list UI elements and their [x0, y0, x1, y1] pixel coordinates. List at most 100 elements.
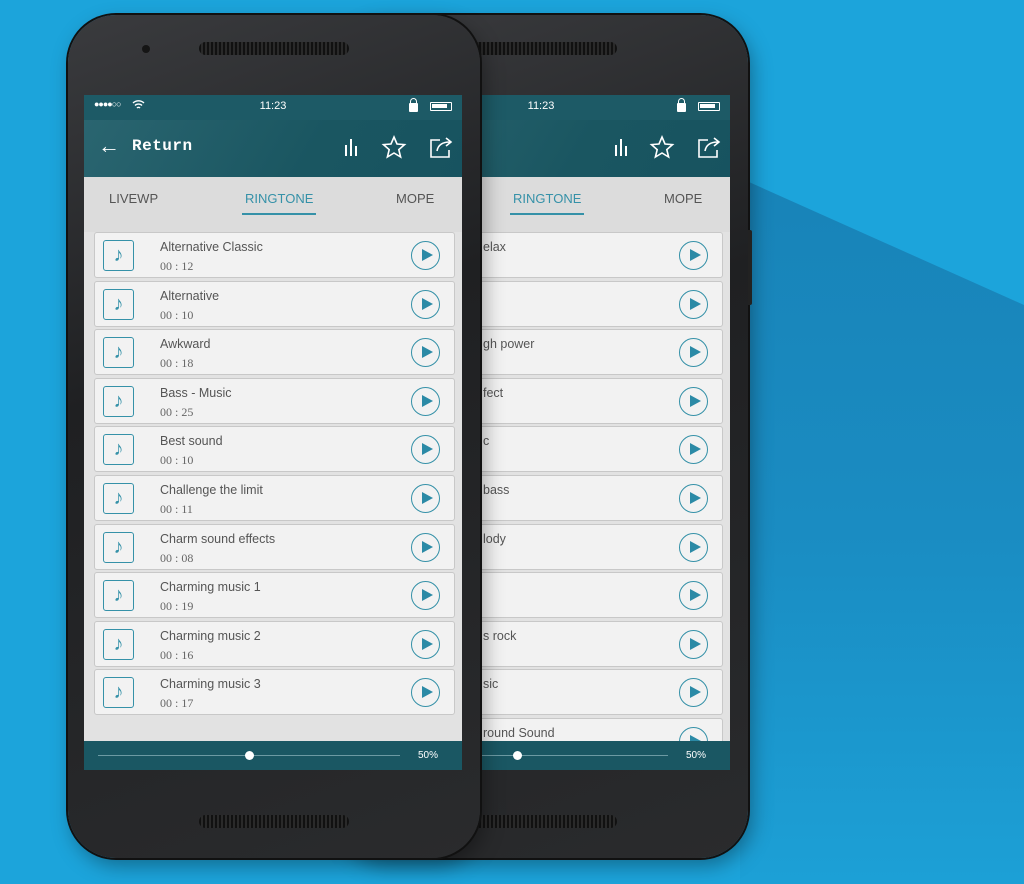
play-icon[interactable]	[679, 581, 708, 611]
play-icon[interactable]	[411, 532, 440, 562]
equalizer-icon[interactable]	[608, 134, 634, 160]
ringtone-name: Charming music 1	[160, 580, 261, 595]
ringtone-name: lody	[483, 531, 506, 546]
music-note-icon: ♪	[103, 434, 134, 466]
play-icon[interactable]	[679, 629, 708, 659]
ringtone-name: Charming music 3	[160, 677, 261, 692]
list-item[interactable]: ♪ Best sound 00 : 10	[94, 426, 455, 473]
ringtone-duration: 00 : 19	[160, 599, 194, 614]
volume-percent: 50%	[685, 750, 706, 761]
ringtone-name: Challenge the limit	[160, 482, 263, 497]
music-note-icon: ♪	[103, 677, 134, 709]
music-note-icon: ♪	[103, 628, 134, 660]
play-icon[interactable]	[411, 241, 440, 270]
front-phone: ●●●●○○ 11:23 ← Return LIVEWP RINGTONE MO…	[68, 15, 480, 858]
play-icon[interactable]	[411, 629, 440, 659]
play-icon[interactable]	[411, 338, 440, 368]
tab-bar: LIVEWP RINGTONE MOPE	[84, 177, 462, 232]
ringtone-name: c	[483, 434, 490, 449]
ringtone-name: round Sound	[483, 725, 555, 740]
star-icon[interactable]	[381, 134, 407, 160]
status-time: 11:23	[259, 100, 287, 112]
ringtone-duration: 00 : 08	[160, 550, 194, 565]
ringtone-name: Alternative Classic	[160, 240, 263, 254]
music-note-icon: ♪	[103, 580, 134, 612]
tab-livewp[interactable]: LIVEWP	[109, 191, 158, 206]
ringtone-name: Bass - Music	[160, 385, 232, 400]
music-note-icon: ♪	[103, 385, 134, 417]
ringtone-duration: 00 : 17	[160, 696, 194, 711]
music-note-icon: ♪	[103, 240, 134, 271]
ringtone-duration: 00 : 11	[160, 501, 193, 516]
tab-mope[interactable]: MOPE	[396, 191, 434, 206]
play-icon[interactable]	[679, 532, 708, 562]
ringtone-name: Alternative	[160, 288, 220, 303]
back-arrow-icon[interactable]: ←	[98, 135, 120, 157]
lock-icon	[677, 98, 686, 112]
list-item[interactable]: ♪ Charming music 2 00 : 16	[94, 620, 455, 667]
ringtone-name: Best sound	[160, 434, 223, 449]
ringtone-name: gh power	[483, 337, 535, 352]
tab-mope[interactable]: MOPE	[664, 191, 702, 206]
list-item[interactable]: ♪ Challenge the limit 00 : 11	[94, 474, 455, 521]
play-icon[interactable]	[679, 289, 708, 319]
volume-button	[748, 230, 752, 305]
play-icon[interactable]	[679, 678, 708, 708]
equalizer-icon[interactable]	[338, 134, 364, 160]
list-item[interactable]: ♪ Charming music 3 00 : 17	[94, 669, 455, 716]
play-icon[interactable]	[411, 483, 440, 513]
ringtone-duration: 00 : 10	[160, 307, 194, 322]
ringtone-name: Charm sound effects	[160, 531, 276, 546]
ringtone-duration: 00 : 12	[160, 259, 194, 273]
battery-icon	[698, 102, 720, 111]
ringtone-name: elax	[483, 240, 506, 254]
tab-ringtone[interactable]: RINGTONE	[241, 191, 317, 215]
speaker-top	[467, 42, 617, 55]
play-icon[interactable]	[679, 241, 708, 270]
battery-icon	[430, 102, 452, 111]
volume-slider-knob[interactable]	[513, 751, 522, 760]
music-note-icon: ♪	[103, 337, 134, 369]
star-icon[interactable]	[649, 134, 675, 160]
play-icon[interactable]	[679, 483, 708, 513]
camera	[142, 45, 150, 53]
ringtone-duration: 00 : 18	[160, 356, 194, 371]
list-item[interactable]: ♪ Alternative 00 : 10	[94, 280, 455, 327]
play-icon[interactable]	[411, 289, 440, 319]
play-icon[interactable]	[411, 386, 440, 416]
speaker-bottom	[199, 815, 349, 828]
ringtone-duration: 00 : 10	[160, 453, 194, 468]
volume-slider-knob[interactable]	[245, 751, 254, 760]
music-note-icon: ♪	[103, 531, 134, 563]
tab-ringtone[interactable]: RINGTONE	[509, 191, 585, 215]
list-item[interactable]: ♪ Alternative Classic 00 : 12	[94, 232, 455, 278]
list-item[interactable]: ♪ Awkward 00 : 18	[94, 329, 455, 376]
ringtone-name: bass	[483, 482, 510, 497]
ringtone-name: Charming music 2	[160, 628, 261, 643]
front-screen: ●●●●○○ 11:23 ← Return LIVEWP RINGTONE MO…	[84, 95, 462, 770]
play-icon[interactable]	[679, 435, 708, 465]
play-icon[interactable]	[411, 435, 440, 465]
ringtone-list: ♪ Alternative Classic 00 : 12 ♪ Alternat…	[94, 232, 455, 718]
play-icon[interactable]	[679, 386, 708, 416]
play-icon[interactable]	[411, 678, 440, 708]
play-icon[interactable]	[679, 338, 708, 368]
list-item[interactable]: ♪ Charming music 1 00 : 19	[94, 572, 455, 619]
music-note-icon: ♪	[103, 482, 134, 514]
play-icon[interactable]	[411, 581, 440, 611]
share-icon[interactable]	[428, 134, 454, 160]
lock-icon	[409, 98, 418, 112]
volume-bar: 50%	[84, 741, 462, 770]
app-header: ← Return	[84, 120, 462, 177]
share-icon[interactable]	[696, 134, 722, 160]
ringtone-name: s rock	[483, 628, 517, 643]
background-shadow	[740, 178, 1024, 884]
volume-percent: 50%	[417, 750, 438, 761]
list-item[interactable]: ♪ Charm sound effects 00 : 08	[94, 523, 455, 570]
ringtone-duration: 00 : 16	[160, 647, 194, 662]
list-item[interactable]: ♪ Bass - Music 00 : 25	[94, 377, 455, 424]
ringtone-duration: 00 : 25	[160, 404, 194, 419]
ringtone-name: fect	[483, 385, 504, 400]
return-button[interactable]: Return	[132, 137, 193, 155]
speaker-bottom	[467, 815, 617, 828]
